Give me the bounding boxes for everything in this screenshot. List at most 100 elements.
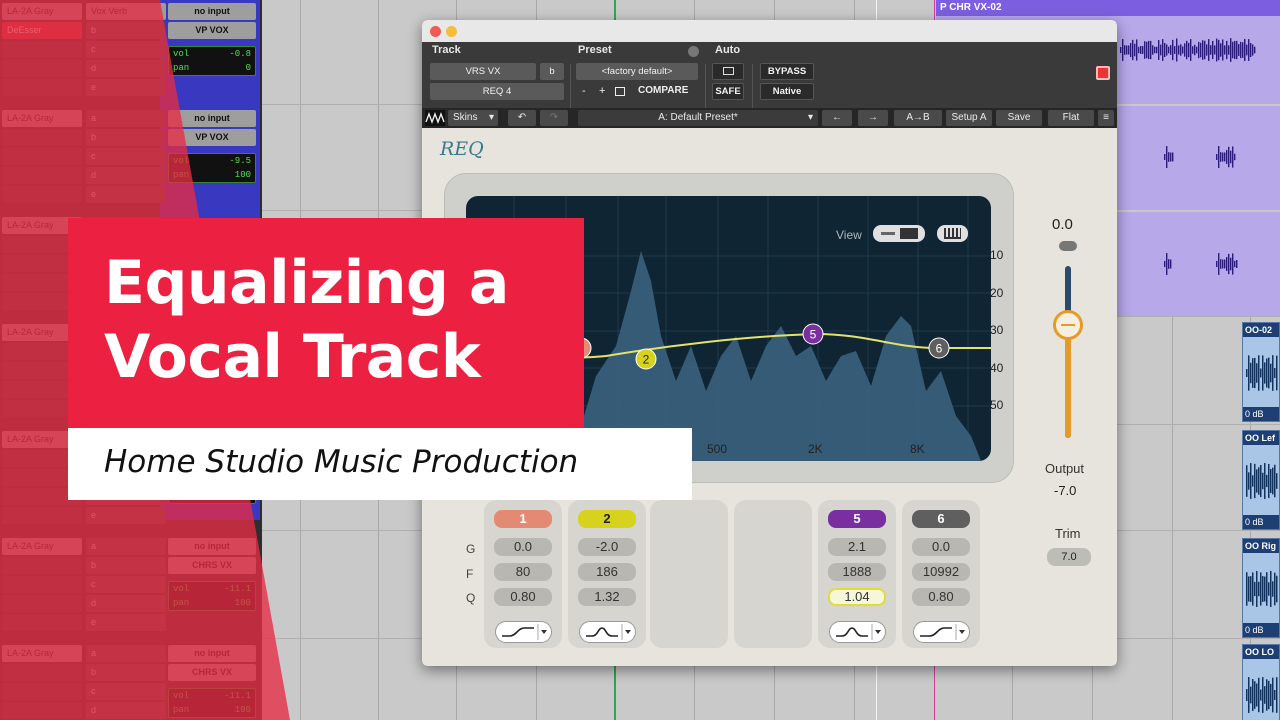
safe-button[interactable]: SAFE [712, 83, 744, 100]
band-6-q-value[interactable]: 0.80 [912, 588, 970, 606]
flat-button[interactable]: Flat [1048, 110, 1094, 126]
band-2-freq-value[interactable]: 186 [578, 563, 636, 581]
band-5-shape-selector[interactable] [829, 621, 886, 643]
eq-node-label: 2 [643, 353, 650, 367]
preset-section-label: Preset [578, 44, 612, 56]
chevron-down-icon [541, 630, 547, 634]
skins-menu[interactable]: Skins ▾ [448, 110, 498, 126]
output-fader-handle[interactable] [1053, 310, 1083, 340]
bell-icon [586, 624, 631, 640]
preset-plus-button[interactable]: + [599, 85, 605, 97]
output-selector[interactable]: VP VOX [168, 22, 256, 39]
eq-node-5[interactable]: 5 [802, 323, 824, 345]
chevron-down-icon [875, 630, 881, 634]
hz-tick-label: 2K [808, 442, 823, 456]
band-6-shape-selector[interactable] [913, 621, 970, 643]
audio-clip-blue[interactable]: OO-02 0 dB [1242, 322, 1280, 422]
bell-icon [836, 624, 881, 640]
clip-gain-label[interactable]: 0 dB [1243, 515, 1279, 529]
band-2-gain-value[interactable]: -2.0 [578, 538, 636, 556]
close-window-button[interactable] [430, 26, 441, 37]
a-to-b-button[interactable]: A→B [894, 110, 942, 126]
save-button[interactable]: Save [996, 110, 1042, 126]
preset-minus-button[interactable]: - [582, 85, 586, 97]
output-peak-value: 0.0 [1052, 216, 1073, 233]
chevron-down-icon [959, 630, 965, 634]
undo-button[interactable]: ↶ [508, 110, 536, 126]
audio-waveform [1246, 677, 1278, 713]
band-6-freq-value[interactable]: 10992 [912, 563, 970, 581]
copy-settings-icon[interactable] [615, 87, 625, 96]
view-mode-toggle[interactable] [873, 225, 925, 242]
clip-gain-label[interactable]: 0 dB [1243, 623, 1279, 637]
req-logo: REQ [440, 138, 484, 160]
track-selector[interactable]: VRS VX [430, 63, 536, 80]
compare-button[interactable]: COMPARE [638, 85, 688, 96]
eq-node-label: 6 [936, 342, 943, 356]
vol-pan-display[interactable]: vol -0.8 pan 0 [168, 46, 256, 76]
chevron-down-icon: ▾ [488, 112, 494, 123]
bypass-button[interactable]: BYPASS [760, 63, 814, 80]
vol-value[interactable]: -9.5 [229, 154, 251, 168]
redo-button[interactable]: ↷ [540, 110, 568, 126]
vol-value[interactable]: -0.8 [229, 47, 251, 61]
video-subtitle: Home Studio Music Production [104, 444, 579, 480]
menu-icon[interactable]: ≡ [1098, 110, 1114, 126]
automation-window-button[interactable] [712, 63, 744, 80]
audio-clip-blue[interactable]: OO Lef 0 dB [1242, 430, 1280, 530]
track-letter-selector[interactable]: b [540, 63, 564, 80]
preset-selector[interactable]: <factory default> [576, 63, 698, 80]
analyzer-toggle[interactable] [937, 225, 968, 242]
view-bars-icon [900, 228, 918, 239]
eq-node-2[interactable]: 2 [635, 348, 657, 370]
insert-selector[interactable]: REQ 4 [430, 83, 564, 100]
band-2-toggle[interactable]: 2 [578, 510, 636, 528]
db-tick-label: 10 [990, 248, 1004, 262]
band-1-q-value[interactable]: 0.80 [494, 588, 552, 606]
band-2-q-value[interactable]: 1.32 [578, 588, 636, 606]
chevron-down-icon: ▾ [807, 112, 813, 123]
audio-clip-blue[interactable]: OO LO [1242, 644, 1280, 720]
pan-label: pan [173, 63, 190, 73]
output-clip-led [1059, 241, 1077, 251]
band-1-freq-value[interactable]: 80 [494, 563, 552, 581]
gain-row-label: G [466, 542, 476, 556]
audio-clip-blue[interactable]: OO Rig 0 dB [1242, 538, 1280, 638]
band-6-column: 6 0.0 10992 0.80 [902, 500, 980, 648]
preset-menu-icon[interactable] [688, 46, 699, 57]
band-6-gain-value[interactable]: 0.0 [912, 538, 970, 556]
plugin-title-bar[interactable] [422, 20, 1117, 42]
band-5-freq-value[interactable]: 1888 [828, 563, 886, 581]
setup-button[interactable]: Setup A [946, 110, 992, 126]
undo-icon: ↶ [517, 112, 527, 123]
minimize-window-button[interactable] [446, 26, 457, 37]
band-1-shape-selector[interactable] [495, 621, 552, 643]
freq-row-label: F [466, 567, 474, 581]
clip-gain-label[interactable]: 0 dB [1243, 407, 1279, 421]
band-1-toggle[interactable]: 1 [494, 510, 552, 528]
band-2-shape-selector[interactable] [579, 621, 636, 643]
hz-tick-label: 8K [910, 442, 925, 456]
eq-node-label: 5 [810, 328, 817, 342]
window-icon [722, 67, 734, 75]
pan-value[interactable]: 100 [235, 168, 251, 182]
pan-value[interactable]: 0 [246, 61, 251, 75]
input-selector[interactable]: no input [168, 3, 256, 20]
preset-display[interactable]: A: Default Preset* ▾ [578, 110, 818, 126]
band-1-column: 1 0.0 80 0.80 [484, 500, 562, 648]
band-1-gain-value[interactable]: 0.0 [494, 538, 552, 556]
band-5-toggle[interactable]: 5 [828, 510, 886, 528]
band-5-q-value[interactable]: 1.04 [828, 588, 886, 606]
previous-preset-button[interactable]: ← [822, 110, 852, 126]
next-preset-button[interactable]: → [858, 110, 888, 126]
auto-section-label: Auto [715, 44, 741, 56]
output-value: -7.0 [1054, 483, 1077, 498]
eq-node-6[interactable]: 6 [928, 337, 950, 359]
clip-indicator-icon[interactable] [1096, 66, 1110, 80]
band-6-toggle[interactable]: 6 [912, 510, 970, 528]
trim-label: Trim [1055, 526, 1081, 541]
band-5-gain-value[interactable]: 2.1 [828, 538, 886, 556]
waves-toolbar: Skins ▾ ↶ ↷ A: Default Preset* ▾ ← → A→B S… [422, 108, 1117, 128]
output-label: Output [1045, 461, 1085, 476]
trim-value-button[interactable]: 7.0 [1047, 548, 1091, 566]
